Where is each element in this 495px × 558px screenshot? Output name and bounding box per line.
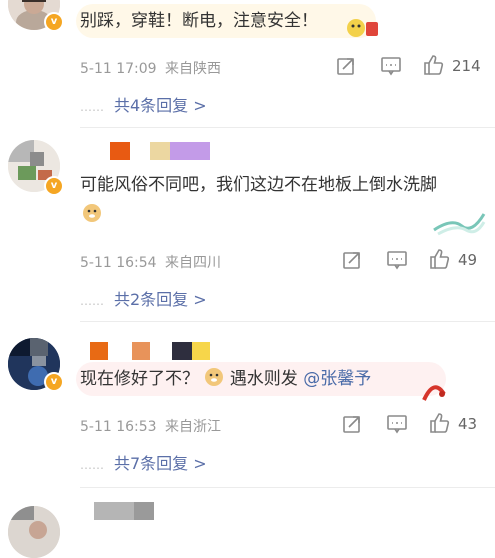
- view-replies-link[interactable]: …… 共2条回复 >: [80, 286, 207, 310]
- sticker-icon: [433, 213, 486, 236]
- avatar[interactable]: [8, 506, 60, 558]
- comment-meta: 5-11 17:09 来自陕西: [80, 58, 221, 78]
- comment-item: [0, 492, 495, 558]
- user-mention-link[interactable]: @张馨予: [303, 369, 371, 389]
- verified-badge-icon: v: [44, 12, 64, 32]
- view-replies-link[interactable]: …… 共4条回复 >: [80, 92, 207, 116]
- comment-item: v 别踩，穿鞋！断电，注意安全！ 5-11 17:09 来自陕西 214 …… 共…: [0, 0, 495, 128]
- share-icon[interactable]: [342, 250, 362, 270]
- doge-emoji-icon: [204, 367, 224, 387]
- share-icon[interactable]: [336, 56, 356, 76]
- sticker-icon: [422, 385, 446, 401]
- thumbs-up-icon[interactable]: [422, 54, 444, 76]
- view-replies-link[interactable]: …… 共7条回复 >: [80, 450, 207, 474]
- comment-meta: 5-11 16:54 来自四川: [80, 252, 221, 272]
- comment-time: 5-11 16:54: [80, 255, 157, 271]
- comment-location: 来自浙江: [165, 419, 222, 435]
- comment-location: 来自四川: [165, 255, 222, 271]
- comment-icon[interactable]: [386, 250, 408, 270]
- username-censored[interactable]: [80, 342, 220, 360]
- comment-meta: 5-11 16:53 来自浙江: [80, 416, 221, 436]
- like-count: 43: [458, 415, 478, 433]
- comment-time: 5-11 17:09: [80, 61, 157, 77]
- verified-badge-icon: v: [44, 372, 64, 392]
- thumbs-up-icon[interactable]: [428, 248, 450, 270]
- username-censored[interactable]: [80, 142, 220, 160]
- comment-text: 别踩，穿鞋！断电，注意安全！: [80, 11, 318, 31]
- comment-text: 可能风俗不同吧，我们这边不在地板上倒水洗脚: [80, 170, 455, 230]
- thumbs-up-icon[interactable]: [428, 412, 450, 434]
- comment-icon[interactable]: [386, 414, 408, 434]
- username-censored[interactable]: [80, 502, 170, 520]
- verified-badge-icon: v: [44, 176, 64, 196]
- like-count: 214: [452, 57, 481, 75]
- comment-time: 5-11 16:53: [80, 419, 157, 435]
- sticker-icon: [347, 19, 378, 37]
- doge-emoji-icon: [82, 203, 102, 223]
- dots-icon: ……: [80, 294, 104, 308]
- comment-icon[interactable]: [380, 56, 402, 76]
- dots-icon: ……: [80, 458, 104, 472]
- like-count: 49: [458, 251, 478, 269]
- dots-icon: ……: [80, 100, 104, 114]
- divider: [80, 487, 495, 488]
- comment-text: 现在修好了不？ 遇水则发 @张馨予: [80, 367, 372, 389]
- comment-item: v 可能风俗不同吧，我们这边不在地板上倒水洗脚 5-11 16:54 来自四川 …: [0, 128, 495, 322]
- comment-item: v 现在修好了不？ 遇水则发 @张馨予 5-11 16:53 来自浙江 43 ……: [0, 322, 495, 492]
- share-icon[interactable]: [342, 414, 362, 434]
- comment-location: 来自陕西: [165, 61, 222, 77]
